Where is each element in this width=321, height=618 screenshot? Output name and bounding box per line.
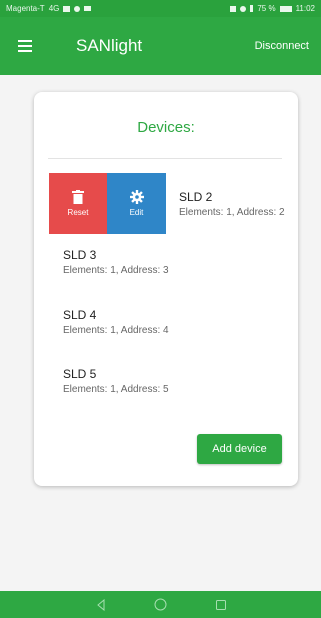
add-device-button[interactable]: Add device (197, 434, 282, 464)
gear-icon (129, 190, 144, 204)
device-row-sld5[interactable]: SLD 5 Elements: 1, Address: 5 (63, 367, 169, 395)
device-name: SLD 3 (63, 248, 97, 262)
device-name: SLD 2 (179, 190, 213, 204)
device-name: SLD 5 (63, 367, 97, 381)
system-nav-bar (0, 591, 321, 618)
card-title: Devices: (137, 119, 195, 136)
clock: 11:02 (295, 4, 315, 13)
triangle-back-icon[interactable] (94, 598, 108, 612)
device-row-sld3[interactable]: SLD 3 Elements: 1, Address: 3 (63, 248, 169, 276)
reset-button[interactable]: Reset (49, 173, 107, 234)
battery-icon (279, 5, 292, 12)
divider (48, 158, 282, 159)
device-row-sld2[interactable]: SLD 2 Elements: 1, Address: 2 (179, 190, 289, 218)
status-left: Magenta-T 4G (6, 4, 92, 13)
network-label: 4G (48, 4, 60, 13)
notification-icon (74, 5, 81, 12)
status-right: 75 % 11:02 (230, 4, 315, 13)
battery-percent: 75 % (257, 4, 276, 13)
trash-icon (72, 190, 84, 204)
device-detail: Elements: 1, Address: 5 (63, 384, 169, 395)
swipe-actions: Reset Edit (49, 173, 166, 234)
nfc-icon (230, 5, 237, 12)
device-detail: Elements: 1, Address: 3 (63, 265, 169, 276)
edit-button[interactable]: Edit (107, 173, 166, 234)
device-detail: Elements: 1, Address: 2 (179, 207, 285, 218)
circle-home-icon[interactable] (154, 598, 168, 612)
message-icon (84, 6, 92, 11)
square-recent-icon[interactable] (214, 598, 228, 612)
hamburger-menu-icon[interactable] (18, 40, 32, 52)
app-bar: SANlight Disconnect (0, 17, 321, 75)
disconnect-button[interactable]: Disconnect (255, 40, 309, 52)
app-title: SANlight (76, 36, 143, 55)
device-detail: Elements: 1, Address: 4 (63, 325, 169, 336)
device-row-sld4[interactable]: SLD 4 Elements: 1, Address: 4 (63, 308, 169, 336)
bluetooth-icon (250, 5, 254, 12)
alarm-icon (240, 5, 247, 12)
signal-icon (63, 5, 71, 12)
status-bar: Magenta-T 4G 75 % 11:02 (0, 0, 321, 17)
carrier-label: Magenta-T (6, 4, 45, 13)
edit-label: Edit (129, 208, 144, 217)
devices-card: Devices: Reset Edit SLD 2 Elements: 1, A… (34, 92, 298, 486)
reset-label: Reset (67, 208, 89, 217)
device-name: SLD 4 (63, 308, 97, 322)
